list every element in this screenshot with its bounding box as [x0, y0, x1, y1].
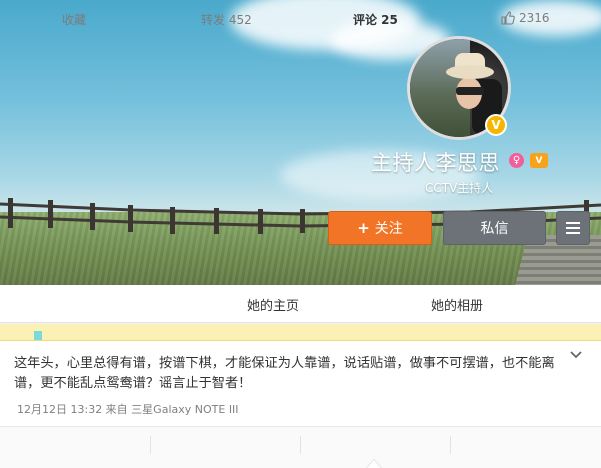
tab-home[interactable]: 她的主页 [247, 295, 299, 314]
post-text: 这年头，心里总得有谱，按谱下棋，才能保证为人靠谱，说话贴谱，做事不可摆谱，也不能… [14, 356, 555, 391]
profile-description: CCTV主持人 [425, 181, 494, 195]
repost-action[interactable]: 转发 452 [201, 11, 252, 28]
tab-album[interactable]: 她的相册 [431, 295, 483, 314]
follow-button-label: 关注 [374, 221, 403, 237]
follow-button[interactable]: + 关注 [328, 211, 432, 245]
comment-label: 评论 25 [353, 13, 398, 27]
favorite-action[interactable]: 收藏 [62, 11, 86, 28]
like-action[interactable]: 2316 [501, 11, 550, 25]
plus-icon: + [357, 219, 370, 237]
comment-action[interactable]: 评论 25 [353, 11, 398, 28]
hamburger-menu-icon [566, 222, 580, 224]
profile-nickname: 主持人李思思 [371, 151, 500, 175]
cover-banner: V 主持人李思思 ♀ V CCTV主持人 + 关注 私信 [0, 0, 601, 285]
comment-pointer [366, 459, 382, 468]
divider [450, 436, 451, 454]
message-button[interactable]: 私信 [443, 211, 546, 245]
notice-bar [0, 324, 601, 341]
thumbs-up-icon [501, 11, 515, 25]
divider [300, 436, 301, 454]
chevron-down-icon[interactable] [570, 349, 582, 361]
message-button-label: 私信 [480, 221, 509, 237]
verified-badge-icon: V [485, 114, 507, 136]
repost-label: 转发 452 [201, 13, 252, 27]
notice-marker [34, 331, 42, 340]
divider [150, 436, 151, 454]
vip-crown-icon[interactable]: V [530, 153, 548, 168]
female-icon: ♀ [509, 153, 524, 168]
profile-tabs: 她的主页 她的相册 [0, 285, 601, 323]
more-menu-button[interactable] [556, 211, 590, 245]
favorite-label: 收藏 [62, 13, 87, 27]
post-meta: 12月12日 13:32 来自 三星Galaxy NOTE III [17, 403, 239, 416]
like-count: 2316 [519, 11, 550, 25]
